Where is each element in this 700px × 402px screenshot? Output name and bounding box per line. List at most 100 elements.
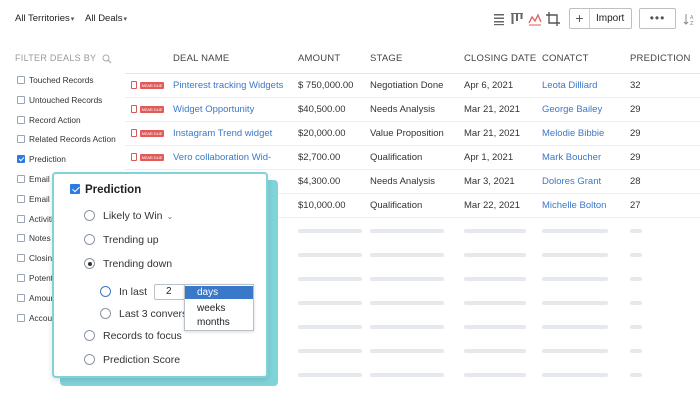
chevron-down-icon[interactable]: ⌄	[167, 212, 174, 221]
cell-deal-name[interactable]: Pinterest tracking Widgets	[173, 80, 283, 91]
row-status-icons: NEAR DUE	[131, 105, 165, 114]
cell-stage: Needs Analysis	[370, 104, 435, 115]
suboption-last-3-conversations[interactable]: Last 3 convers	[100, 308, 187, 320]
suboption-in-last[interactable]: In last	[100, 286, 147, 298]
skeleton-bar	[542, 253, 608, 257]
column-header-closing-date[interactable]: CLOSING DATE	[464, 53, 536, 64]
filter-checkbox[interactable]	[17, 175, 25, 183]
filter-checkbox[interactable]	[17, 76, 25, 84]
option-likely-to-win[interactable]: Likely to Win ⌄	[84, 210, 173, 222]
cell-closing-date: Mar 21, 2021	[464, 128, 520, 139]
chart-view-icon[interactable]	[527, 11, 543, 27]
deal-view-dropdown[interactable]: All Deals▾	[85, 13, 127, 24]
plus-icon[interactable]: +	[570, 9, 590, 28]
filter-option[interactable]: Notes	[17, 233, 51, 245]
filter-checkbox[interactable]	[17, 135, 25, 144]
cell-contact[interactable]: Michelle Bolton	[542, 200, 606, 211]
cell-amount: $10,000.00	[298, 200, 346, 211]
filter-checkbox[interactable]	[17, 254, 25, 263]
skeleton-bar	[542, 325, 608, 329]
skeleton-bar	[630, 349, 642, 353]
table-row[interactable]: NEAR DUE Widget Opportunity $40,500.00 Need…	[125, 98, 700, 122]
unit-option-months[interactable]: months	[185, 316, 253, 329]
column-header-amount[interactable]: AMOUNT	[298, 53, 340, 64]
column-header-deal-name[interactable]: DEAL NAME	[173, 53, 229, 64]
skeleton-bar	[630, 325, 642, 329]
cell-contact[interactable]: Mark Boucher	[542, 152, 601, 163]
suboption-last-3-label: Last 3 convers	[119, 308, 188, 320]
column-header-prediction[interactable]: PREDICTION	[630, 53, 691, 64]
table-row[interactable]: NEAR DUE Pinterest tracking Widgets $ 750,…	[125, 74, 700, 98]
cell-prediction: 29	[630, 128, 641, 139]
filter-checkbox[interactable]	[17, 234, 25, 243]
filter-checkbox[interactable]	[17, 194, 25, 203]
radio-in-last[interactable]	[100, 286, 111, 297]
chevron-down-icon: ▾	[123, 16, 128, 23]
cell-contact[interactable]: George Bailey	[542, 104, 602, 115]
cell-prediction: 32	[630, 80, 641, 91]
table-row[interactable]: NEAR DUE Instagram Trend widget $20,000.00…	[125, 122, 700, 146]
filter-checkbox[interactable]	[17, 95, 25, 104]
import-button-label: Import	[596, 13, 625, 24]
in-last-number-input[interactable]: 2	[154, 284, 187, 300]
cell-deal-name[interactable]: Instagram Trend widget	[173, 128, 272, 139]
skeleton-bar	[370, 277, 444, 281]
skeleton-bar	[298, 349, 362, 353]
import-button[interactable]: + Import	[569, 8, 632, 29]
radio-likely-to-win[interactable]	[84, 210, 95, 221]
skeleton-bar	[298, 373, 362, 377]
cell-prediction: 27	[630, 200, 641, 211]
filter-checkbox[interactable]	[17, 214, 25, 223]
search-icon[interactable]	[102, 54, 112, 64]
kanban-view-icon[interactable]	[509, 11, 525, 27]
option-trending-down-label: Trending down	[103, 258, 173, 270]
cell-closing-date: Mar 21, 2021	[464, 104, 520, 115]
sort-icon[interactable]: A Z	[681, 11, 697, 27]
skeleton-bar	[542, 229, 608, 233]
crop-icon[interactable]	[545, 11, 561, 27]
filter-checkbox[interactable]	[17, 115, 25, 124]
unit-option-days[interactable]: days	[185, 286, 253, 299]
column-header-stage[interactable]: STAGE	[370, 53, 403, 64]
filter-option[interactable]: Untouched Records	[17, 95, 102, 107]
more-options-button[interactable]: •••	[639, 8, 676, 29]
territory-dropdown[interactable]: All Territories▾	[15, 13, 74, 24]
prediction-filter-header[interactable]: Prediction	[70, 184, 141, 196]
time-unit-dropdown-list[interactable]: days weeks months	[184, 284, 254, 331]
filter-checkbox[interactable]	[17, 313, 25, 322]
radio-trending-down[interactable]	[84, 258, 95, 269]
option-prediction-score[interactable]: Prediction Score	[84, 354, 180, 366]
cell-contact[interactable]: Leota Dilliard	[542, 80, 597, 91]
option-records-to-focus[interactable]: Records to focus	[84, 330, 182, 342]
radio-trending-up[interactable]	[84, 234, 95, 245]
prediction-checkbox[interactable]	[70, 184, 80, 194]
filter-checkbox[interactable]	[17, 155, 25, 164]
filter-checkbox[interactable]	[17, 293, 25, 302]
option-trending-up[interactable]: Trending up	[84, 234, 159, 246]
skeleton-bar	[464, 253, 526, 257]
skeleton-bar	[298, 325, 362, 329]
skeleton-bar	[630, 277, 642, 281]
cell-contact[interactable]: Melodie Bibbie	[542, 128, 604, 139]
list-view-icon[interactable]	[491, 11, 507, 27]
skeleton-bar	[370, 253, 444, 257]
unit-option-weeks[interactable]: weeks	[185, 302, 253, 315]
option-trending-down[interactable]: Trending down	[84, 258, 172, 270]
cell-closing-date: Apr 6, 2021	[464, 80, 514, 91]
filter-option[interactable]: Prediction	[17, 154, 66, 166]
filter-option[interactable]: Touched Records	[17, 75, 94, 87]
radio-last-3-conversations[interactable]	[100, 308, 111, 319]
cell-closing-date: Mar 3, 2021	[464, 176, 515, 187]
filter-checkbox[interactable]	[17, 274, 25, 282]
radio-prediction-score[interactable]	[84, 354, 95, 365]
cell-deal-name[interactable]: Vero collaboration Wid-	[173, 152, 271, 163]
calendar-icon	[131, 81, 137, 89]
cell-contact[interactable]: Dolores Grant	[542, 176, 601, 187]
filter-option[interactable]: Record Action	[17, 115, 81, 127]
skeleton-bar	[464, 229, 526, 233]
table-row[interactable]: NEAR DUE Vero collaboration Wid- $2,700.00…	[125, 146, 700, 170]
radio-records-to-focus[interactable]	[84, 330, 95, 341]
cell-deal-name[interactable]: Widget Opportunity	[173, 104, 254, 115]
column-header-contact[interactable]: CONATCT	[542, 53, 589, 64]
filter-option[interactable]: Related Records Action	[17, 134, 116, 146]
